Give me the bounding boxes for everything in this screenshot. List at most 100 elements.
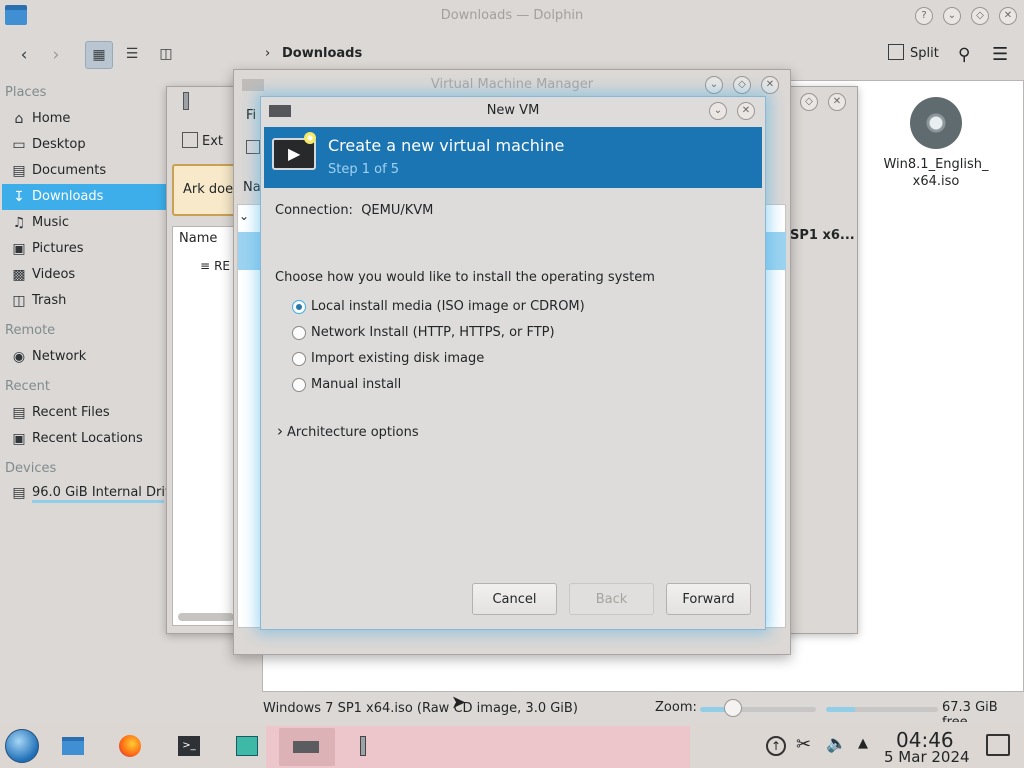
ark-file-list[interactable] [172, 226, 236, 626]
split-icon [888, 44, 904, 60]
ark-task-button[interactable] [346, 728, 380, 766]
radio-label-manual-install[interactable]: Manual install [311, 377, 401, 392]
places-item-videos[interactable]: ▩ Videos [2, 262, 166, 288]
monitor-play-icon: ▶ [272, 132, 316, 170]
places-item-downloads[interactable]: ↧ Downloads [2, 184, 166, 210]
clock-date[interactable]: 5 Mar 2024 [884, 748, 970, 766]
ark-extract-button[interactable]: Ext [182, 132, 223, 149]
system-settings-icon[interactable] [233, 732, 261, 760]
back-button[interactable]: Back [569, 583, 654, 615]
documents-icon: ▤ [12, 163, 26, 179]
vmm-maximize-icon[interactable]: ◇ [733, 76, 751, 94]
breadcrumb-chevron-icon: › [265, 46, 271, 61]
breadcrumb[interactable]: Downloads [282, 46, 362, 61]
show-desktop-icon[interactable] [986, 734, 1010, 756]
update-icon[interactable]: ↑ [766, 736, 786, 756]
ark-app-icon [183, 92, 189, 110]
places-item-label: Recent Files [32, 405, 110, 420]
warning-text: Ark does [183, 182, 240, 197]
ark-task-icon [360, 736, 366, 756]
places-item-pictures[interactable]: ▣ Pictures [2, 236, 166, 262]
places-item-label: Pictures [32, 241, 84, 256]
vmm-task-button[interactable] [279, 728, 335, 766]
firefox-icon[interactable] [116, 732, 144, 760]
help-icon[interactable]: ? [915, 7, 933, 25]
recent-locations-icon: ▣ [12, 431, 26, 447]
radio-manual-install[interactable] [292, 378, 306, 392]
volume-icon[interactable]: 🔈 [826, 734, 847, 754]
places-item-documents[interactable]: ▤ Documents [2, 158, 166, 184]
details-view-icon[interactable]: ◫ [152, 41, 180, 69]
cancel-button[interactable]: Cancel [472, 583, 557, 615]
dolphin-task-icon[interactable] [59, 732, 87, 760]
zoom-slider[interactable] [700, 707, 816, 712]
disc-image-icon[interactable] [910, 97, 962, 149]
architecture-options-expander[interactable]: › Architecture options [277, 422, 419, 440]
radio-local-install[interactable] [292, 300, 306, 314]
install-prompt: Choose how you would like to install the… [275, 270, 655, 285]
vmm-minimize-icon[interactable]: ⌄ [705, 76, 723, 94]
radio-label-local-install[interactable]: Local install media (ISO image or CDROM) [311, 299, 585, 314]
places-item-recent-locations[interactable]: ▣ Recent Locations [2, 426, 166, 452]
banner-heading: Create a new virtual machine [328, 136, 565, 155]
vmm-column-name: Na [243, 180, 261, 195]
radio-import-disk[interactable] [292, 352, 306, 366]
scissors-icon[interactable]: ✂ [796, 734, 811, 755]
terminal-icon[interactable]: >_ [175, 732, 203, 760]
close-icon[interactable]: ✕ [999, 7, 1017, 25]
places-item-music[interactable]: ♫ Music [2, 210, 166, 236]
places-item-recent-files[interactable]: ▤ Recent Files [2, 400, 166, 426]
remote-header: Remote [5, 323, 56, 338]
ark-warning-banner: Ark does [172, 164, 240, 216]
search-icon[interactable]: ⚲ [958, 45, 970, 65]
places-item-trash[interactable]: ◫ Trash [2, 288, 166, 314]
connection-value: QEMU/KVM [361, 203, 434, 218]
places-item-network[interactable]: ◉ Network [2, 344, 166, 370]
places-item-desktop[interactable]: ▭ Desktop [2, 132, 166, 158]
split-button[interactable]: Split [888, 44, 939, 68]
file-item-label[interactable]: Win8.1_English_ x64.iso [880, 156, 992, 190]
extract-icon [182, 132, 198, 148]
status-text: Windows 7 SP1 x64.iso (Raw CD image, 3.0… [263, 701, 578, 716]
radio-label-import-disk[interactable]: Import existing disk image [311, 351, 484, 366]
places-panel: Places ⌂ Home ▭ Desktop ▤ Documents ↧ Downlo… [0, 80, 166, 503]
devices-header: Devices [5, 461, 57, 476]
newvm-close-icon[interactable]: ✕ [737, 102, 755, 120]
ark-close-icon[interactable]: ✕ [828, 93, 846, 111]
zoom-slider-handle[interactable] [724, 699, 742, 717]
dolphin-titlebar: Downloads — Dolphin ? ⌄ ◇ ✕ [0, 0, 1024, 32]
vmm-close-icon[interactable]: ✕ [761, 76, 779, 94]
ark-scrollbar[interactable] [178, 613, 234, 621]
radio-network-install[interactable] [292, 326, 306, 340]
ark-maximize-icon[interactable]: ◇ [800, 93, 818, 111]
free-space-bar [826, 707, 938, 712]
vmm-menu-file[interactable]: Fi [246, 108, 256, 123]
ark-column-name[interactable]: Name [179, 231, 217, 246]
radio-label-network-install[interactable]: Network Install (HTTP, HTTPS, or FTP) [311, 325, 555, 340]
back-icon[interactable]: ‹ [10, 42, 38, 70]
expand-tray-icon[interactable]: ▲ [858, 736, 868, 751]
start-menu-icon[interactable] [5, 729, 39, 763]
maximize-icon[interactable]: ◇ [971, 7, 989, 25]
forward-button[interactable]: Forward [666, 583, 751, 615]
recent-header: Recent [5, 379, 50, 394]
places-item-home[interactable]: ⌂ Home [2, 106, 166, 132]
places-item-label: Videos [32, 267, 76, 282]
places-item-label: Desktop [32, 137, 86, 152]
icons-view-icon[interactable]: ▦ [85, 41, 113, 69]
menu-icon[interactable]: ☰ [992, 44, 1008, 65]
places-item-label: Downloads [32, 189, 104, 204]
places-item-label: Music [32, 215, 69, 230]
vmm-new-icon[interactable] [246, 140, 260, 154]
compact-view-icon[interactable]: ☰ [118, 41, 146, 69]
newvm-minimize-icon[interactable]: ⌄ [709, 102, 727, 120]
connection-label: Connection: QEMU/KVM [275, 203, 433, 218]
minimize-icon[interactable]: ⌄ [943, 7, 961, 25]
vmm-collapse-icon[interactable]: ⌄ [239, 209, 249, 223]
ark-row[interactable]: ≡ RE [200, 259, 230, 273]
behind-item-label: SP1 x6... [790, 228, 855, 243]
forward-icon[interactable]: › [42, 42, 70, 70]
zoom-label: Zoom: [655, 700, 697, 715]
split-label: Split [910, 46, 939, 61]
text-file-icon: ≡ [200, 259, 211, 273]
